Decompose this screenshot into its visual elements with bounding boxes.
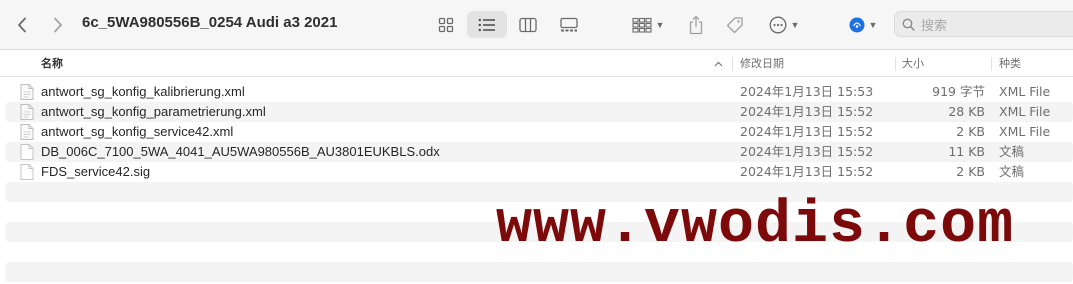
- xml-document-icon: [20, 84, 34, 100]
- file-name: FDS_service42.sig: [41, 164, 151, 179]
- file-name: antwort_sg_konfig_kalibrierung.xml: [41, 84, 245, 99]
- file-row[interactable]: FDS_service42.sig 2024年1月13日 15:52 2 KB …: [5, 162, 1073, 182]
- search-field[interactable]: 搜索: [894, 11, 1073, 37]
- file-kind: 文稿: [999, 164, 1025, 179]
- file-size: 2 KB: [956, 124, 985, 139]
- column-header-name[interactable]: 名称: [41, 51, 63, 77]
- icon-grid-icon: [438, 17, 454, 33]
- back-button[interactable]: [12, 0, 32, 50]
- group-grid-icon: [631, 17, 652, 33]
- file-kind: XML File: [999, 104, 1051, 119]
- forward-button[interactable]: [48, 0, 68, 50]
- column-header: 名称 修改日期 大小 种类: [0, 51, 1073, 77]
- file-size: 11 KB: [948, 144, 985, 159]
- columns-icon: [519, 17, 537, 33]
- chevron-right-icon: [54, 17, 62, 33]
- column-header-size[interactable]: 大小: [902, 51, 924, 77]
- empty-row: [5, 262, 1073, 282]
- column-header-kind[interactable]: 种类: [999, 51, 1021, 77]
- column-divider[interactable]: [732, 57, 733, 71]
- more-actions-button[interactable]: ▼: [764, 0, 804, 50]
- chevron-left-icon: [18, 17, 26, 33]
- file-kind: XML File: [999, 124, 1051, 139]
- sort-ascending-icon[interactable]: [714, 51, 723, 77]
- xml-document-icon: [20, 104, 34, 120]
- file-size: 2 KB: [956, 164, 985, 179]
- file-name: DB_006C_7100_5WA_4041_AU5WA980556B_AU380…: [41, 144, 440, 159]
- airdrop-icon: [849, 17, 865, 33]
- gallery-icon: [560, 17, 578, 32]
- airdrop-button[interactable]: ▼: [845, 0, 881, 50]
- watermark: www.vwodis.com: [496, 192, 1015, 260]
- file-modified: 2024年1月13日 15:52: [740, 144, 874, 159]
- tag-icon: [726, 17, 743, 34]
- file-name: antwort_sg_konfig_parametrierung.xml: [41, 104, 266, 119]
- column-divider[interactable]: [895, 57, 896, 71]
- search-placeholder: 搜索: [921, 18, 948, 34]
- ellipsis-circle-icon: [769, 16, 786, 34]
- gallery-view-button[interactable]: [557, 0, 581, 50]
- file-modified: 2024年1月13日 15:53: [740, 84, 874, 99]
- share-button[interactable]: [685, 0, 707, 50]
- share-icon: [689, 15, 703, 35]
- file-row[interactable]: antwort_sg_konfig_kalibrierung.xml 2024年…: [5, 82, 1073, 102]
- list-icon: [478, 18, 495, 32]
- column-header-modified[interactable]: 修改日期: [740, 51, 784, 77]
- file-size: 28 KB: [948, 104, 985, 119]
- search-icon: [902, 18, 915, 31]
- xml-document-icon: [20, 124, 34, 140]
- finder-toolbar: 6c_5WA980556B_0254 Audi a3 2021 ▼ ▼ ▼ 搜索: [0, 0, 1073, 50]
- file-row[interactable]: DB_006C_7100_5WA_4041_AU5WA980556B_AU380…: [5, 142, 1073, 162]
- chevron-down-icon: ▼: [790, 20, 800, 30]
- window-title: 6c_5WA980556B_0254 Audi a3 2021: [82, 14, 338, 31]
- file-kind: 文稿: [999, 144, 1025, 159]
- blank-document-icon: [20, 144, 34, 160]
- chevron-down-icon: ▼: [655, 20, 665, 30]
- tag-button[interactable]: [723, 0, 747, 50]
- column-divider[interactable]: [991, 57, 992, 71]
- file-row[interactable]: antwort_sg_konfig_parametrierung.xml 202…: [5, 102, 1073, 122]
- chevron-down-icon: ▼: [868, 20, 878, 30]
- file-kind: XML File: [999, 84, 1051, 99]
- blank-document-icon: [20, 164, 34, 180]
- list-view-button[interactable]: [475, 0, 499, 50]
- icon-view-button[interactable]: [434, 0, 458, 50]
- file-modified: 2024年1月13日 15:52: [740, 124, 874, 139]
- column-view-button[interactable]: [516, 0, 540, 50]
- file-row[interactable]: antwort_sg_konfig_service42.xml 2024年1月1…: [5, 122, 1073, 142]
- file-modified: 2024年1月13日 15:52: [740, 104, 874, 119]
- group-button[interactable]: ▼: [628, 0, 668, 50]
- file-modified: 2024年1月13日 15:52: [740, 164, 874, 179]
- file-size: 919 字节: [932, 84, 985, 99]
- file-name: antwort_sg_konfig_service42.xml: [41, 124, 234, 139]
